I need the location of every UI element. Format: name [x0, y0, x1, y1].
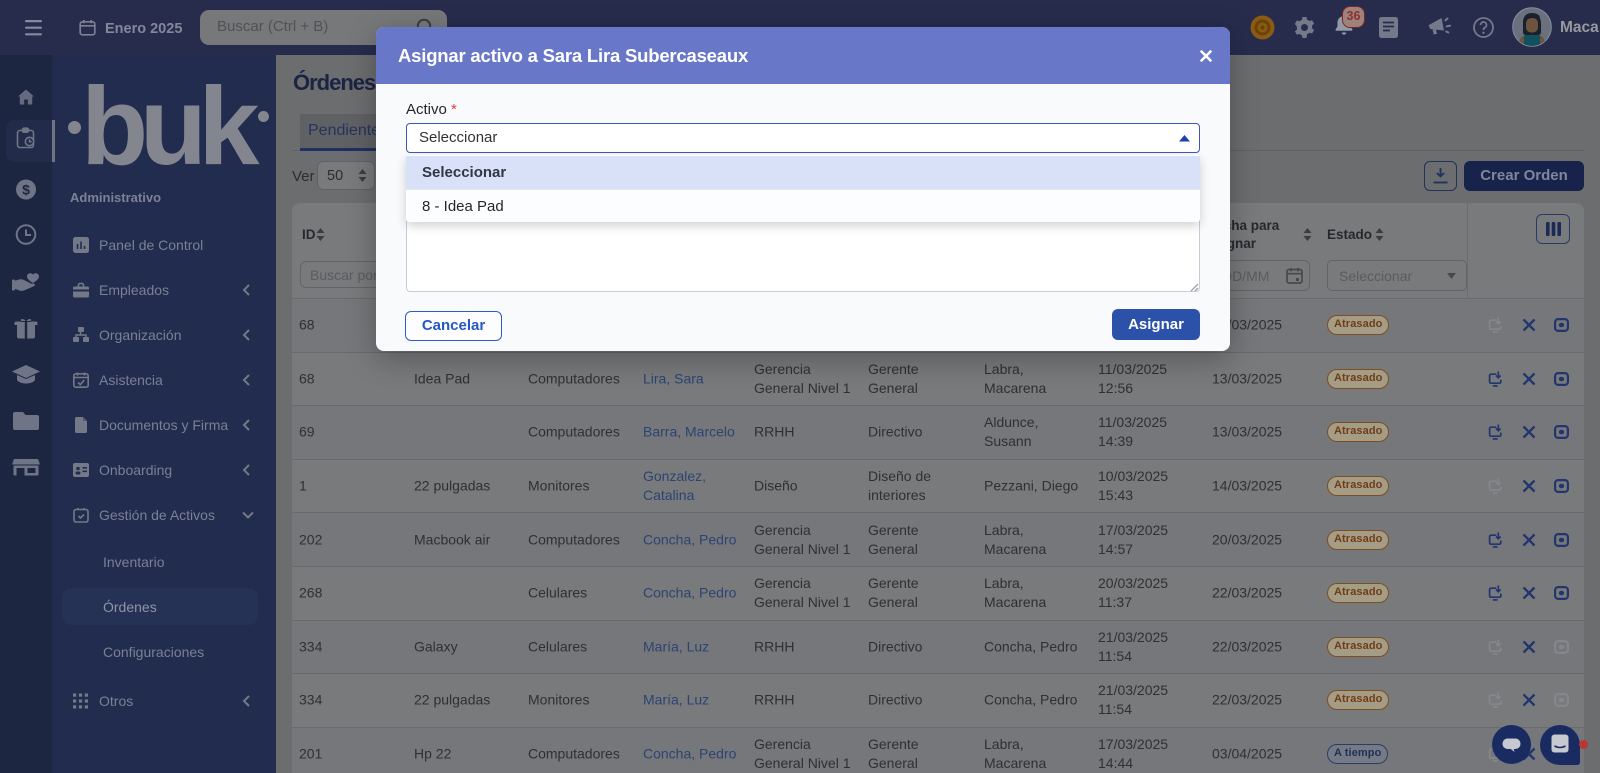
svg-text:$: $ [22, 182, 30, 198]
